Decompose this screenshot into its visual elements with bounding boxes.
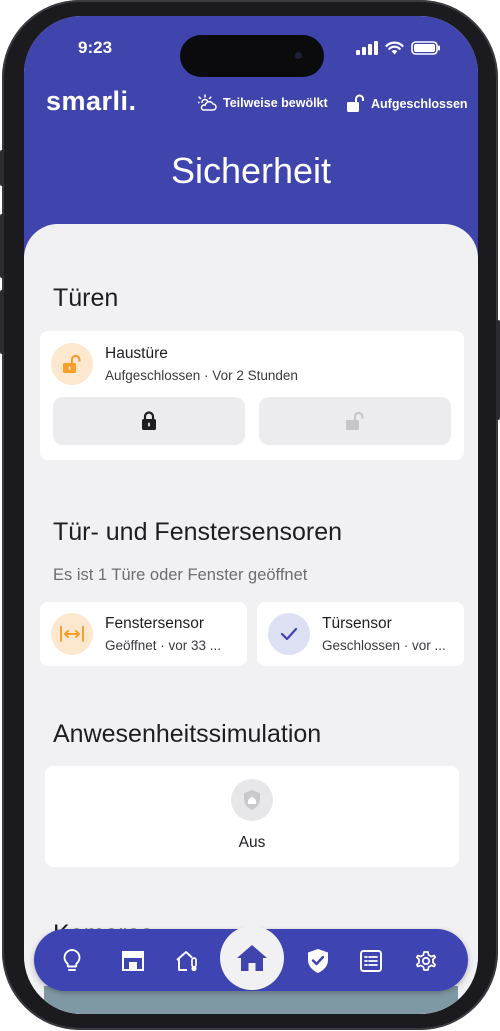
nav-lights[interactable] bbox=[57, 946, 87, 976]
dynamic-island bbox=[180, 35, 324, 77]
gear-icon bbox=[415, 951, 437, 971]
store-icon bbox=[122, 951, 144, 971]
signal-icon bbox=[356, 41, 378, 55]
door-state: Aufgeschlossen · Vor 2 Stunden bbox=[105, 368, 298, 383]
lock-status[interactable]: Aufgeschlossen bbox=[346, 94, 468, 113]
window-open-icon bbox=[60, 626, 84, 642]
screen: 9:23 smarli. Teilweise bewölkt Aufgeschl… bbox=[24, 16, 478, 1014]
unlock-door-button[interactable] bbox=[259, 397, 451, 445]
mute-switch bbox=[0, 150, 4, 186]
section-title-doors: Türen bbox=[53, 284, 119, 312]
phone-frame: 9:23 smarli. Teilweise bewölkt Aufgeschl… bbox=[0, 0, 500, 1030]
door-icon-badge bbox=[51, 343, 93, 385]
battery-icon bbox=[411, 41, 440, 55]
list-icon bbox=[360, 950, 382, 972]
sensor-state: Geöffnet · vor 33 ... bbox=[105, 638, 222, 653]
check-icon bbox=[280, 627, 298, 641]
window-sensor-icon-badge bbox=[51, 613, 93, 655]
section-title-presence: Anwesenheitssimulation bbox=[53, 720, 322, 748]
lock-open-icon bbox=[346, 411, 364, 430]
bulb-icon bbox=[63, 949, 81, 971]
bottom-navigation bbox=[34, 926, 468, 991]
lock-open-icon bbox=[347, 94, 364, 112]
nav-security[interactable] bbox=[303, 946, 333, 976]
lock-door-button[interactable] bbox=[53, 397, 245, 445]
lock-status-label: Aufgeschlossen bbox=[371, 96, 468, 111]
status-icons bbox=[356, 41, 441, 55]
presence-icon-badge bbox=[231, 779, 273, 821]
nav-logs[interactable] bbox=[356, 946, 386, 976]
home-icon bbox=[237, 945, 267, 971]
brand-logo: smarli. bbox=[46, 86, 137, 116]
sensors-subtitle: Es ist 1 Türe oder Fenster geöffnet bbox=[53, 566, 308, 584]
sensor-name: Türsensor bbox=[322, 615, 392, 632]
home-thermometer-icon bbox=[176, 951, 197, 972]
sensor-card-door[interactable]: Türsensor Geschlossen · vor ... bbox=[257, 602, 464, 666]
door-card[interactable]: Haustüre Aufgeschlossen · Vor 2 Stunden bbox=[40, 331, 464, 460]
sensor-state: Geschlossen · vor ... bbox=[322, 638, 446, 653]
nav-climate[interactable] bbox=[173, 946, 203, 976]
door-name: Haustüre bbox=[105, 345, 168, 362]
presence-simulation-card[interactable]: Aus bbox=[45, 766, 459, 867]
lock-icon bbox=[142, 411, 156, 430]
wifi-icon bbox=[385, 41, 404, 55]
nav-settings[interactable] bbox=[411, 946, 441, 976]
weather-label: Teilweise bewölkt bbox=[223, 96, 328, 110]
partly-cloudy-icon bbox=[198, 94, 217, 111]
section-title-sensors: Tür- und Fenstersensoren bbox=[53, 518, 343, 546]
content-area[interactable]: Türen Haustüre Aufgeschlossen · Vor 2 St… bbox=[24, 224, 478, 1014]
shield-check-icon bbox=[308, 949, 328, 973]
page-title: Sicherheit bbox=[170, 150, 332, 191]
sensor-card-window[interactable]: Fenstersensor Geöffnet · vor 33 ... bbox=[40, 602, 247, 666]
nav-home[interactable] bbox=[220, 926, 284, 990]
weather-status[interactable]: Teilweise bewölkt bbox=[198, 94, 328, 112]
status-time: 9:23 bbox=[78, 38, 113, 57]
sensor-name: Fenstersensor bbox=[105, 615, 205, 632]
lock-open-icon bbox=[63, 354, 81, 373]
volume-up-button bbox=[0, 214, 4, 278]
presence-state: Aus bbox=[238, 834, 266, 851]
volume-down-button bbox=[0, 290, 4, 354]
power-button bbox=[496, 320, 500, 420]
home-shield-icon bbox=[244, 790, 260, 810]
nav-rooms[interactable] bbox=[118, 946, 148, 976]
door-sensor-icon-badge bbox=[268, 613, 310, 655]
